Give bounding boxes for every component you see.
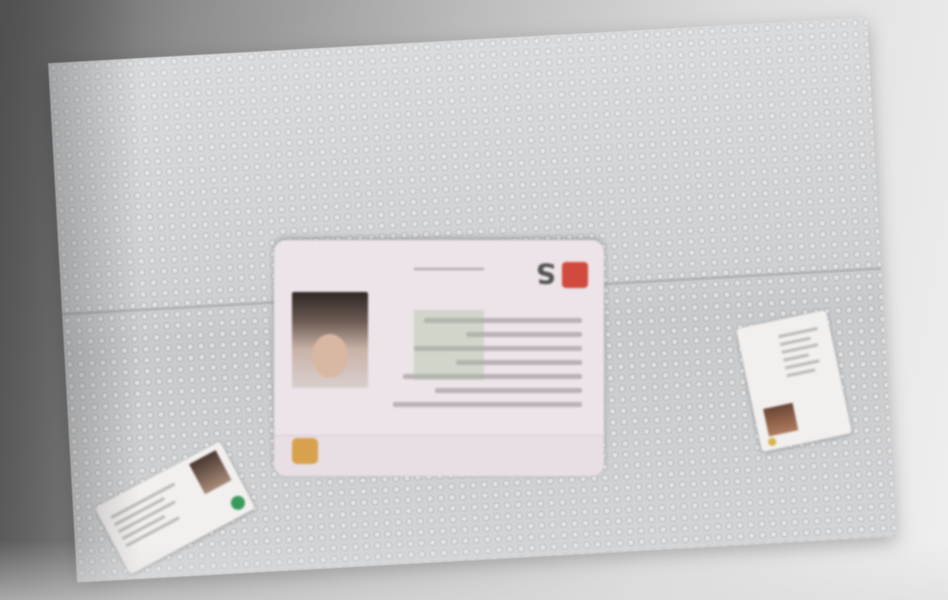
id-card-header-band — [274, 435, 604, 476]
id-card-signature — [414, 268, 484, 280]
small-card-logo-icon — [767, 437, 777, 447]
small-card-logo-icon — [228, 493, 248, 513]
small-card-portrait — [763, 402, 799, 437]
id-card-main: S — [274, 240, 604, 476]
small-card-text-block — [777, 321, 831, 382]
id-card-logo-icon — [562, 262, 588, 288]
small-card-portrait — [189, 450, 232, 495]
id-card-s-logo-icon: S — [535, 257, 556, 290]
id-card-portrait — [292, 292, 368, 388]
photo-scene: S — [0, 0, 948, 600]
id-card-watermark — [414, 310, 484, 380]
id-card-emblem-icon — [292, 438, 318, 464]
portrait-face — [312, 334, 348, 378]
